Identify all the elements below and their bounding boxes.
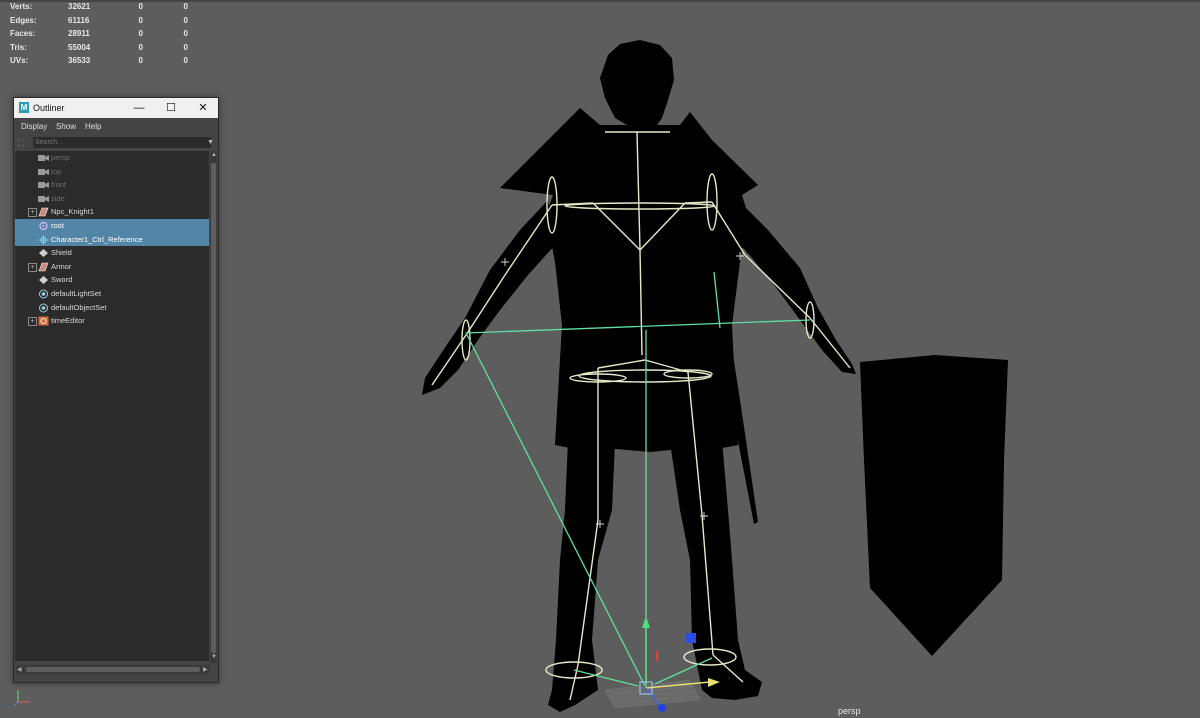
expand-icon[interactable]: +	[28, 208, 37, 218]
outliner-item-label: Character1_Ctrl_Reference	[51, 234, 143, 244]
hud-value: 0	[138, 29, 143, 39]
outliner-item-persp[interactable]: persp	[15, 151, 209, 165]
poly-count-hud: Verts: 32621 0 0 Edges: 61116 0 0 Faces: 28911 0 0 T…	[10, 0, 210, 68]
outliner-item-sword[interactable]: Sword	[15, 273, 209, 287]
outliner-item-top[interactable]: top	[15, 165, 209, 179]
horizontal-scrollbar[interactable]: ◀ ▶	[16, 665, 210, 674]
outliner-search-bar: ⛶ ▼	[14, 136, 218, 150]
outliner-item-front[interactable]: front	[15, 178, 209, 192]
camera-icon	[38, 153, 49, 163]
minimize-button[interactable]: —	[129, 100, 149, 116]
outliner-title-bar[interactable]: M Outliner — ☐ ✕	[14, 98, 218, 118]
mesh-icon	[38, 262, 49, 272]
outliner-tree: persp top front side + Npc_Knight1root Charact…	[15, 151, 209, 661]
close-button[interactable]: ✕	[193, 100, 213, 116]
search-dropdown-icon[interactable]: ▼	[207, 137, 216, 148]
search-input[interactable]	[33, 137, 211, 148]
hud-label: Faces:	[10, 29, 36, 39]
hud-row: Tris: 55004 0 0	[10, 41, 210, 55]
outliner-item-root[interactable]: root	[15, 219, 209, 233]
outliner-item-shield[interactable]: Shield	[15, 246, 209, 260]
axis-gizmo	[13, 690, 30, 707]
hud-row: Faces: 28911 0 0	[10, 27, 210, 41]
outliner-item-label: root	[51, 221, 64, 230]
menu-display[interactable]: Display	[21, 122, 47, 131]
outliner-item-label: side	[51, 193, 65, 203]
camera-icon	[38, 167, 49, 177]
outliner-item-defaultlightset[interactable]: defaultLightSet	[15, 287, 209, 301]
hud-value: 61116	[68, 15, 90, 25]
outliner-item-timeeditor[interactable]: + timeEditor	[15, 314, 209, 328]
time-editor-icon	[38, 316, 49, 326]
hud-value: 0	[183, 2, 188, 11]
maximize-button[interactable]: ☐	[161, 100, 181, 116]
hud-label: Tris:	[10, 42, 27, 52]
joint-icon	[38, 221, 49, 231]
hud-label: Edges:	[10, 15, 37, 25]
mesh-icon	[38, 207, 49, 217]
outliner-item-npc-knight1[interactable]: + Npc_Knight1	[15, 205, 209, 219]
hud-label: UVs:	[10, 56, 29, 66]
outliner-item-character1-ctrl-reference[interactable]: Character1_Ctrl_Reference	[15, 232, 209, 247]
menu-help[interactable]: Help	[85, 122, 101, 131]
hud-value: 32621	[68, 2, 91, 11]
outliner-item-label: Npc_Knight1	[51, 207, 94, 217]
hud-value: 36533	[68, 56, 91, 66]
outliner-item-label: Shield	[51, 248, 72, 258]
hud-value: 28911	[68, 29, 90, 39]
knight-silhouette	[422, 40, 1008, 712]
outliner-item-armor[interactable]: + Armor	[15, 260, 209, 274]
outliner-item-label: front	[51, 180, 67, 190]
hud-value: 0	[138, 15, 143, 25]
hud-row: UVs: 36533 0 0	[10, 54, 210, 68]
outliner-item-label: top	[51, 166, 62, 176]
transform-icon	[38, 275, 49, 285]
horizontal-scroll-thumb[interactable]	[26, 667, 200, 672]
expand-icon[interactable]: +	[28, 317, 37, 327]
maya-logo-icon: M	[19, 102, 29, 113]
outliner-item-label: Armor	[51, 261, 72, 271]
outliner-title: Outliner	[33, 103, 65, 113]
outliner-window[interactable]: M Outliner — ☐ ✕ Display Show Help ⛶ ▼ p…	[13, 97, 219, 683]
outliner-item-label: timeEditor	[51, 316, 85, 326]
camera-icon	[38, 194, 49, 204]
hud-row: Edges: 61116 0 0	[10, 14, 210, 28]
ctrl-reference-icon	[38, 234, 49, 245]
outliner-item-label: Sword	[51, 275, 73, 285]
hud-value: 0	[183, 29, 188, 39]
scroll-left-icon[interactable]: ◀	[17, 666, 22, 673]
hud-value: 55004	[68, 42, 91, 52]
filter-icon[interactable]: ⛶	[18, 138, 28, 148]
outliner-menu-bar: Display Show Help	[14, 118, 218, 136]
vertical-scrollbar[interactable]: ▲ ▼	[210, 151, 217, 663]
hud-value: 0	[183, 15, 188, 25]
outliner-item-label: persp	[51, 153, 70, 162]
set-icon	[38, 303, 49, 313]
outliner-item-defaultobjectset[interactable]: defaultObjectSet	[15, 301, 209, 315]
scroll-up-icon[interactable]: ▲	[211, 152, 217, 158]
transform-icon	[38, 248, 49, 258]
vertical-scroll-thumb[interactable]	[211, 163, 216, 653]
hud-label: Verts:	[10, 2, 33, 11]
menu-show[interactable]: Show	[56, 122, 76, 131]
hud-value: 0	[138, 2, 143, 11]
camera-label: persp	[838, 706, 861, 716]
set-icon	[38, 289, 49, 299]
scroll-down-icon[interactable]: ▼	[211, 654, 217, 660]
hud-value: 0	[183, 56, 188, 66]
outliner-item-label: defaultLightSet	[51, 289, 102, 298]
camera-icon	[38, 180, 49, 190]
outliner-item-label: defaultObjectSet	[51, 302, 107, 312]
hud-value: 0	[138, 42, 143, 52]
hud-row: Verts: 32621 0 0	[10, 0, 210, 14]
outliner-item-side[interactable]: side	[15, 192, 209, 206]
scroll-right-icon[interactable]: ▶	[203, 666, 208, 673]
hud-value: 0	[183, 42, 188, 52]
hud-value: 0	[138, 56, 143, 66]
expand-icon[interactable]: +	[28, 262, 37, 272]
